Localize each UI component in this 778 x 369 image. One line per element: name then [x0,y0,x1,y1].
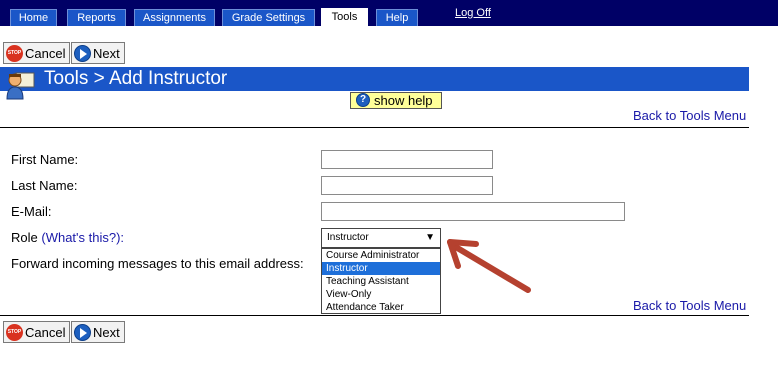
cancel-label: Cancel [25,324,66,340]
divider-top [0,127,749,128]
role-label: Role (What's this?): [11,230,124,245]
role-option-view-only[interactable]: View-Only [322,288,440,301]
role-help-link[interactable]: (What's this?): [41,230,124,245]
tab-grade-settings[interactable]: Grade Settings [222,9,315,26]
divider-bottom [0,315,749,316]
role-option-course-administrator[interactable]: Course Administrator [322,249,440,262]
tab-tools[interactable]: Tools [321,8,368,26]
tab-assignments[interactable]: Assignments [134,9,215,26]
first-name-label: First Name: [11,152,79,167]
cancel-label: Cancel [25,45,66,61]
tab-reports[interactable]: Reports [67,9,126,26]
role-dropdown-list: Course Administrator Instructor Teaching… [321,248,441,314]
next-arrow-icon [74,44,91,62]
role-option-teaching-assistant[interactable]: Teaching Assistant [322,275,440,288]
forward-email-label: Forward incoming messages to this email … [11,256,304,271]
back-to-tools-link-top[interactable]: Back to Tools Menu [633,108,746,123]
stop-sign-icon: STOP [6,44,23,62]
top-nav: Home Reports Assignments Grade Settings … [0,0,778,26]
email-field[interactable] [321,202,625,221]
role-select[interactable]: Instructor ▼ [321,228,441,248]
role-label-text: Role [11,230,38,245]
email-label: E-Mail: [11,204,52,219]
cancel-button[interactable]: STOP Cancel [3,42,71,64]
tab-help[interactable]: Help [376,9,418,26]
role-selected-value: Instructor [327,232,369,243]
tab-home[interactable]: Home [10,9,57,26]
annotation-arrow-icon [447,239,531,293]
logoff-link[interactable]: Log Off [455,7,491,19]
next-arrow-icon [74,323,91,341]
next-label: Next [93,45,120,61]
instructor-icon [6,72,35,100]
stop-sign-icon: STOP [6,323,23,341]
cancel-button-bottom[interactable]: STOP Cancel [3,321,71,343]
role-option-attendance-taker[interactable]: Attendance Taker [322,301,440,314]
role-option-instructor[interactable]: Instructor [322,262,440,275]
first-name-field[interactable] [321,150,493,169]
next-button-bottom[interactable]: Next [71,321,125,343]
back-to-tools-link-bottom[interactable]: Back to Tools Menu [633,298,746,313]
next-button[interactable]: Next [71,42,125,64]
page-title: Tools > Add Instructor [0,67,749,91]
next-label: Next [93,324,120,340]
last-name-field[interactable] [321,176,493,195]
last-name-label: Last Name: [11,178,78,193]
dropdown-arrow-icon: ▼ [425,232,435,243]
help-icon: ? [356,93,370,107]
